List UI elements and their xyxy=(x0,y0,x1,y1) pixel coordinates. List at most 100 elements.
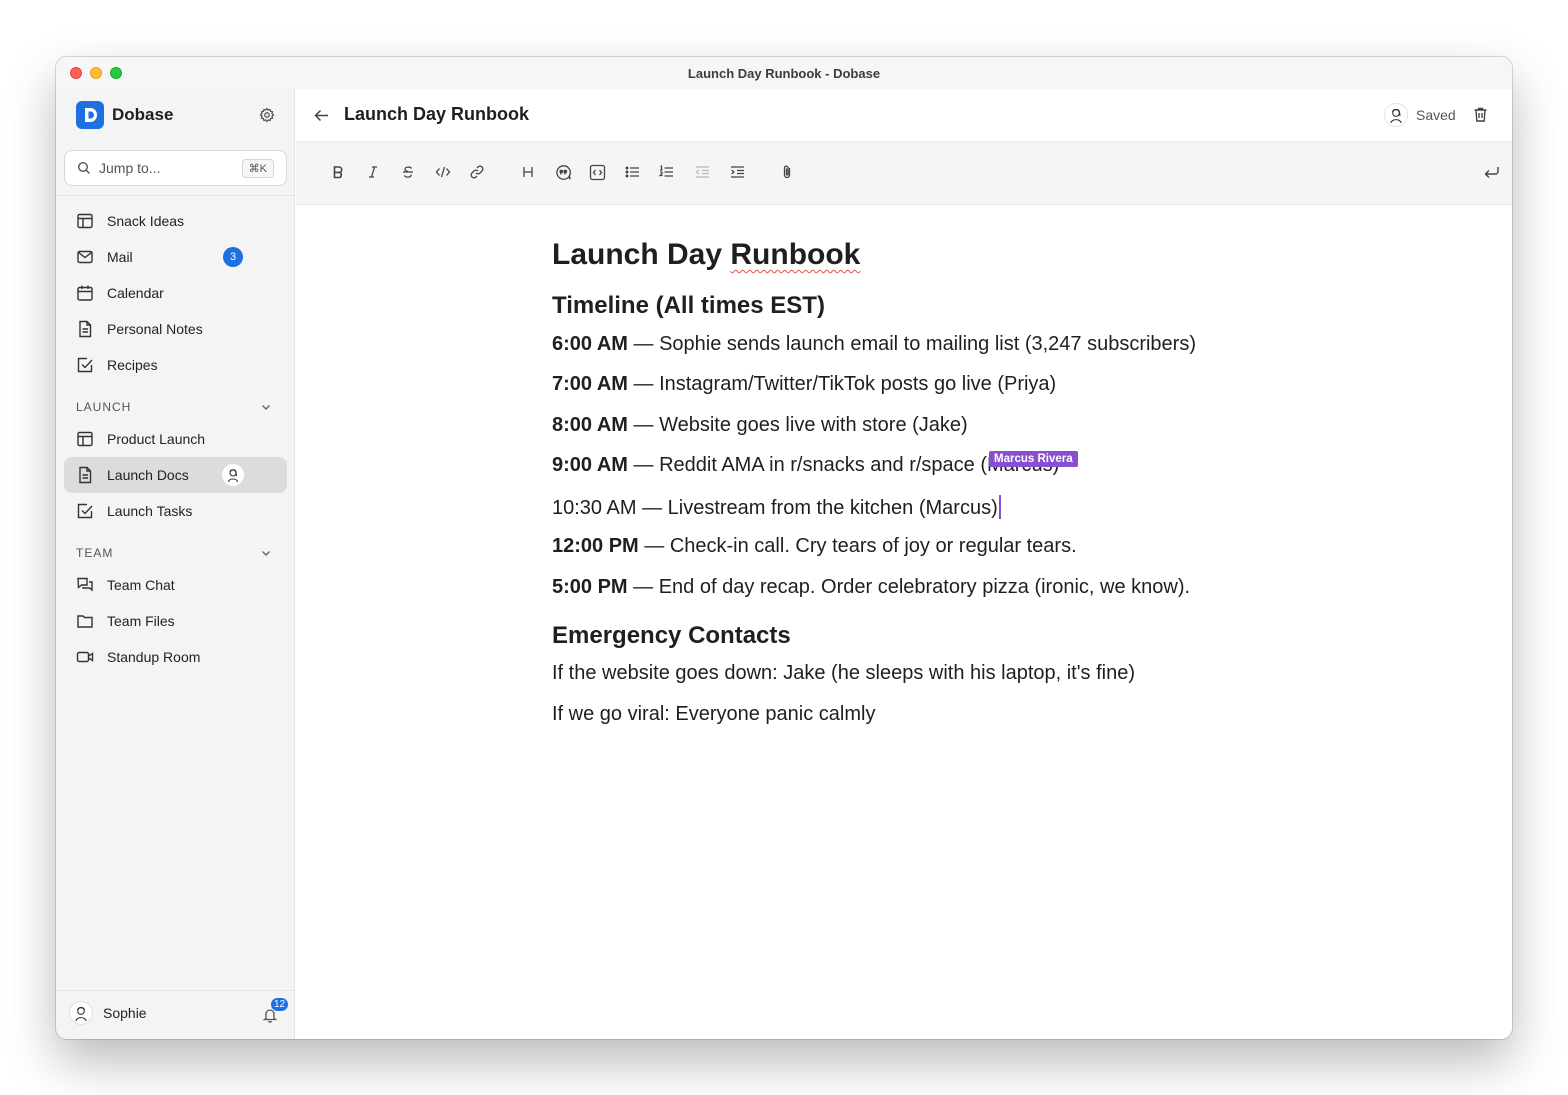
sidebar-item-label: Mail xyxy=(107,249,133,265)
timeline-entry[interactable]: 7:00 AM — Instagram/Twitter/TikTok posts… xyxy=(552,373,1056,396)
mail-icon xyxy=(77,250,93,264)
sidebar-item-label: Personal Notes xyxy=(107,321,203,337)
heading-icon[interactable] xyxy=(519,163,537,181)
timeline-time: 12:00 PM xyxy=(552,535,639,557)
sidebar-item-snack-ideas[interactable]: Snack Ideas xyxy=(64,203,287,239)
calendar-icon xyxy=(77,285,93,301)
link-icon[interactable] xyxy=(468,163,486,181)
sidebar-item-label: Product Launch xyxy=(107,431,206,447)
timeline-entry[interactable]: 10:30 AM — Livestream from the kitchen (… xyxy=(552,495,1001,520)
sidebar: Dobase Jump to... ⌘K Snack Ideas Mail 3 … xyxy=(56,89,295,1039)
sidebar-item-launch-docs[interactable]: Launch Docs xyxy=(64,457,287,493)
notification-count-badge: 12 xyxy=(270,997,290,1012)
sidebar-item-label: Team Files xyxy=(107,613,175,629)
timeline-text: — Sophie sends launch email to mailing l… xyxy=(627,333,1197,355)
arrow-left-icon[interactable] xyxy=(313,107,330,124)
timeline-time: 7:00 AM xyxy=(552,373,628,395)
document-title-text: Launch Day Runbook xyxy=(552,238,861,271)
close-window-button[interactable] xyxy=(70,67,82,79)
sidebar-item-standup-room[interactable]: Standup Room xyxy=(64,639,287,675)
timeline-time: 10:30 AM xyxy=(552,497,637,519)
timeline-entry[interactable]: 12:00 PM — Check-in call. Cry tears of j… xyxy=(552,535,1077,558)
sidebar-item-product-launch[interactable]: Product Launch xyxy=(64,421,287,457)
spellcheck-underline: Runbook xyxy=(730,238,861,271)
quote-icon[interactable] xyxy=(554,163,572,181)
sidebar-item-label: Snack Ideas xyxy=(107,213,185,229)
timeline-time: 8:00 AM xyxy=(552,414,628,436)
user-name: Sophie xyxy=(103,1005,147,1021)
document-icon xyxy=(79,320,92,338)
sidebar-item-mail[interactable]: Mail 3 xyxy=(64,239,287,275)
document-icon xyxy=(79,466,92,484)
main-area: Launch Day Runbook Saved Launch Day Runb… xyxy=(296,89,1512,1039)
sidebar-item-label: Calendar xyxy=(107,285,164,301)
brand[interactable]: Dobase xyxy=(76,101,173,129)
timeline-text: — End of day recap. Order celebratory pi… xyxy=(627,576,1191,598)
timeline-time: 9:00 AM xyxy=(552,454,628,476)
maximize-window-button[interactable] xyxy=(110,67,122,79)
checkbox-icon xyxy=(77,503,93,519)
user-profile[interactable]: Sophie xyxy=(69,1001,147,1025)
contact-line[interactable]: If we go viral: Everyone panic calmly xyxy=(552,703,875,726)
app-window: Launch Day Runbook - Dobase Dobase Jump … xyxy=(56,57,1512,1039)
code-icon[interactable] xyxy=(434,163,452,181)
timeline-entry[interactable]: 8:00 AM — Website goes live with store (… xyxy=(552,414,968,437)
divider xyxy=(56,990,295,991)
section-label-launch: LAUNCH xyxy=(76,400,132,414)
checkbox-icon xyxy=(77,357,93,373)
table-icon xyxy=(77,431,93,447)
window-controls xyxy=(70,67,122,79)
timeline-time: 5:00 PM xyxy=(552,576,628,598)
trash-icon[interactable] xyxy=(1472,106,1489,123)
collaborator-cursor-label: Marcus Rivera xyxy=(989,451,1078,467)
minimize-window-button[interactable] xyxy=(90,67,102,79)
chevron-down-icon[interactable] xyxy=(259,546,273,560)
timeline-text: — Website goes live with store (Jake) xyxy=(627,414,968,436)
outdent-icon[interactable] xyxy=(693,163,711,181)
bullet-list-icon[interactable] xyxy=(623,163,641,181)
table-icon xyxy=(77,213,93,229)
gear-icon[interactable] xyxy=(259,107,275,123)
chevron-down-icon[interactable] xyxy=(259,400,273,414)
search-placeholder: Jump to... xyxy=(99,160,161,176)
numbered-list-icon[interactable] xyxy=(657,163,675,181)
dobase-logo-icon xyxy=(76,101,104,129)
timeline-entry[interactable]: 6:00 AM — Sophie sends launch email to m… xyxy=(552,333,1196,356)
chat-icon xyxy=(77,577,93,592)
code-block-icon[interactable] xyxy=(588,163,606,181)
sidebar-item-team-files[interactable]: Team Files xyxy=(64,603,287,639)
italic-icon[interactable] xyxy=(364,163,382,181)
sidebar-item-label: Launch Docs xyxy=(107,467,189,483)
contact-line[interactable]: If the website goes down: Jake (he sleep… xyxy=(552,662,1135,685)
page-title: Launch Day Runbook xyxy=(344,104,530,124)
jump-to-search[interactable]: Jump to... ⌘K xyxy=(64,150,287,186)
attachment-icon[interactable] xyxy=(778,163,796,181)
undo-icon[interactable] xyxy=(1482,163,1500,181)
collaborator-avatar xyxy=(222,464,244,486)
sidebar-item-calendar[interactable]: Calendar xyxy=(64,275,287,311)
sidebar-item-recipes[interactable]: Recipes xyxy=(64,347,287,383)
section-heading-emergency-contacts[interactable]: Emergency Contacts xyxy=(552,622,791,650)
unread-badge: 3 xyxy=(223,247,243,267)
timeline-entry[interactable]: 9:00 AM — Reddit AMA in r/snacks and r/s… xyxy=(552,454,1059,477)
bold-icon[interactable] xyxy=(329,163,347,181)
save-status: Saved xyxy=(1416,107,1456,123)
sidebar-item-label: Recipes xyxy=(107,357,158,373)
sidebar-item-launch-tasks[interactable]: Launch Tasks xyxy=(64,493,287,529)
collaborator-caret xyxy=(998,495,1001,519)
timeline-time: 6:00 AM xyxy=(552,333,628,355)
sidebar-item-team-chat[interactable]: Team Chat xyxy=(64,567,287,603)
document-title[interactable]: Launch Day Runbook xyxy=(552,238,860,272)
sidebar-item-personal-notes[interactable]: Personal Notes xyxy=(64,311,287,347)
collaborator-avatar[interactable] xyxy=(1384,103,1408,127)
sidebar-item-label: Standup Room xyxy=(107,649,201,665)
sidebar-item-label: Launch Tasks xyxy=(107,503,193,519)
search-icon xyxy=(77,161,90,174)
title-bar: Launch Day Runbook - Dobase xyxy=(56,57,1512,89)
timeline-entry[interactable]: 5:00 PM — End of day recap. Order celebr… xyxy=(552,576,1190,599)
document-header: Launch Day Runbook Saved xyxy=(296,89,1512,141)
strikethrough-icon[interactable] xyxy=(399,163,417,181)
section-heading-timeline[interactable]: Timeline (All times EST) xyxy=(552,292,825,320)
divider xyxy=(56,195,295,196)
indent-icon[interactable] xyxy=(728,163,746,181)
